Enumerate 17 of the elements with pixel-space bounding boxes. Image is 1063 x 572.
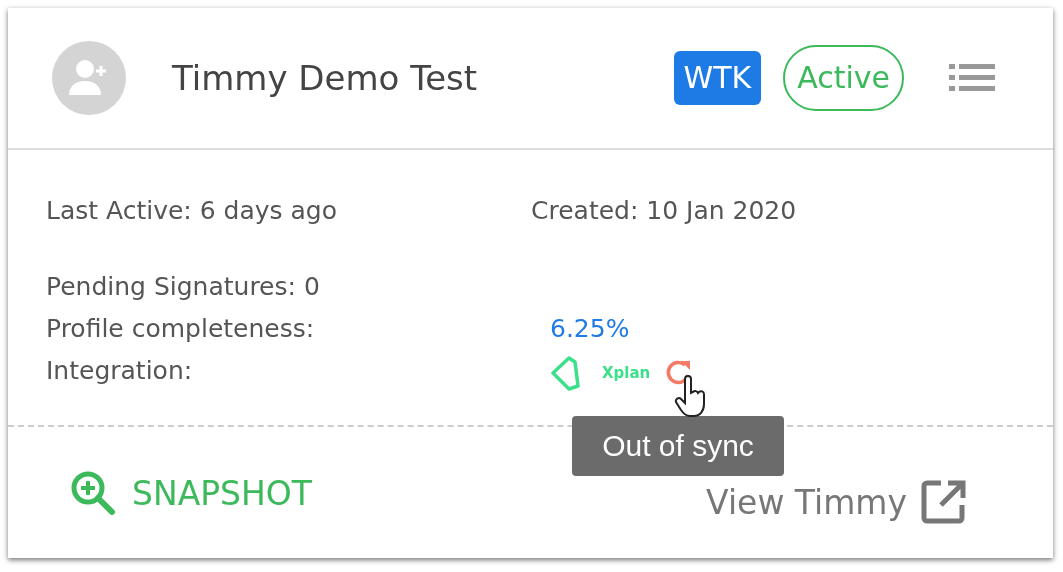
last-active-text: Last Active: 6 days ago bbox=[46, 196, 338, 225]
external-link-icon[interactable] bbox=[921, 479, 967, 525]
tooltip: Out of sync bbox=[572, 416, 784, 476]
snapshot-button[interactable]: SNAPSHOT bbox=[70, 470, 312, 516]
field-label: Profile completeness: bbox=[46, 313, 316, 343]
created-date-text: Created: 10 Jan 2020 bbox=[531, 196, 798, 225]
field-label: Pending Signatures: 0 bbox=[46, 271, 321, 301]
tag-label: WTK bbox=[673, 51, 762, 105]
provider-name: Xplan bbox=[602, 364, 651, 382]
zoom-in-icon bbox=[70, 470, 116, 516]
field-label: Integration: bbox=[46, 355, 194, 385]
view-contact-link[interactable]: View Timmy bbox=[706, 482, 907, 522]
completeness-value: 6.25% bbox=[550, 313, 631, 343]
status-label: Active bbox=[783, 45, 904, 111]
hand-cursor-icon bbox=[674, 375, 708, 419]
menu-icon[interactable] bbox=[949, 64, 995, 92]
contact-name: Timmy Demo Test bbox=[172, 58, 479, 98]
